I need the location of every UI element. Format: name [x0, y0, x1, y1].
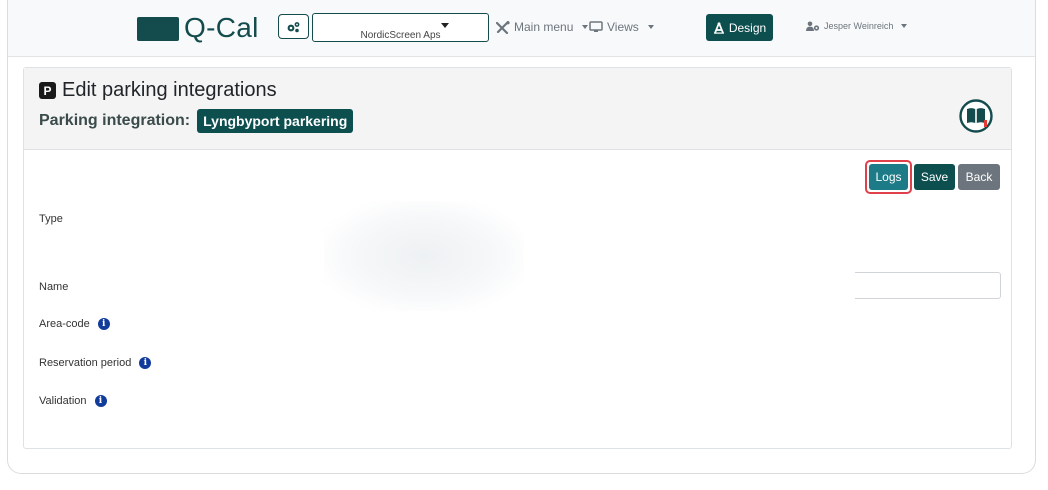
drafting-compass-icon — [713, 21, 724, 34]
views-dropdown[interactable]: Views — [589, 20, 654, 34]
chevron-down-icon — [441, 23, 449, 28]
name-input[interactable] — [855, 272, 1001, 299]
chevron-down-icon — [901, 24, 908, 28]
name-label-text: Name — [39, 281, 69, 293]
reservation-period-label-text: Reservation period — [39, 357, 132, 369]
tools-icon — [496, 20, 510, 34]
parking-icon: P — [39, 82, 56, 99]
main-menu-dropdown[interactable]: Main menu — [496, 20, 589, 34]
integration-label: Parking integration: — [39, 112, 191, 129]
page-title-row: P Edit parking integrations — [39, 79, 277, 102]
integration-name-badge: Lyngbyport parkering — [197, 109, 354, 133]
views-label: Views — [607, 20, 639, 34]
top-navbar: Q-Cal NordicScreen Aps Main menu Views D… — [8, 0, 1035, 57]
logo-mark — [137, 17, 179, 41]
company-select-value: NordicScreen Aps — [360, 30, 441, 41]
redacted-region — [324, 201, 524, 311]
validation-label-text: Validation — [39, 395, 87, 407]
chevron-down-icon — [582, 25, 589, 29]
page-title: Edit parking integrations — [62, 79, 277, 101]
main-menu-label: Main menu — [514, 20, 574, 34]
cogs-icon — [287, 21, 300, 32]
chevron-down-icon — [647, 25, 654, 29]
type-field-label: Type — [39, 213, 63, 225]
info-icon[interactable]: i — [139, 357, 152, 369]
info-icon[interactable]: i — [94, 395, 107, 407]
app-frame: Q-Cal NordicScreen Aps Main menu Views D… — [7, 0, 1036, 474]
logo-text: Q-Cal — [184, 12, 259, 43]
logs-button[interactable]: Logs — [869, 164, 908, 190]
monitor-icon — [589, 21, 603, 32]
back-button[interactable]: Back — [958, 164, 1000, 190]
name-field-label: Name — [39, 281, 68, 293]
design-label: Design — [728, 20, 767, 35]
validation-field-label: Validation i — [39, 395, 107, 407]
info-icon[interactable]: i — [97, 318, 110, 330]
save-button[interactable]: Save — [914, 164, 955, 190]
area-code-field-label: Area-code i — [39, 318, 110, 330]
integration-subtitle: Parking integration: Lyngbyport parkerin… — [39, 109, 354, 133]
area-code-label-text: Area-code — [39, 318, 90, 330]
card-header: P Edit parking integrations Parking inte… — [24, 68, 1011, 150]
book-icon[interactable] — [959, 99, 993, 133]
user-cog-icon — [806, 21, 820, 31]
design-button[interactable]: Design — [706, 14, 773, 41]
company-select[interactable]: NordicScreen Aps — [312, 13, 489, 42]
reservation-period-field-label: Reservation period i — [39, 357, 152, 369]
user-name: Jesper Weinreich — [824, 21, 894, 31]
edit-integration-card: P Edit parking integrations Parking inte… — [23, 67, 1012, 449]
type-label-text: Type — [39, 213, 63, 225]
settings-button[interactable] — [278, 14, 309, 39]
user-menu-dropdown[interactable]: Jesper Weinreich — [806, 21, 908, 31]
